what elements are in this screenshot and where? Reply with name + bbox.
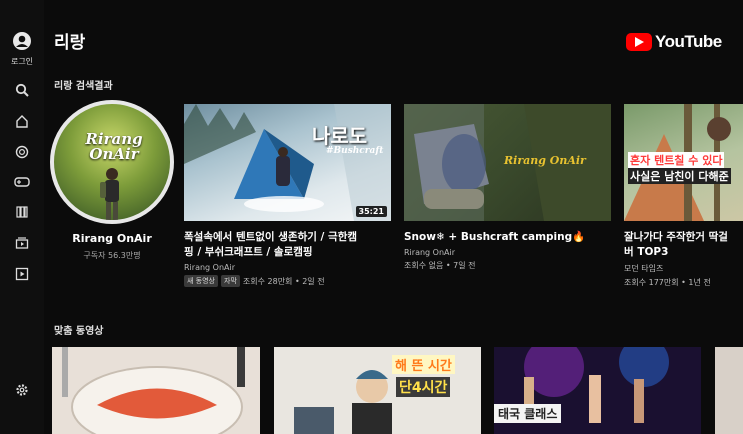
- thumbnail-caption-1: 해 뜬 시간: [392, 355, 455, 374]
- video-meta: 조회수 없음 • 7일 전: [404, 261, 476, 270]
- subtitles-badge: 자막: [221, 275, 240, 287]
- settings-icon[interactable]: [11, 379, 33, 401]
- thumbnail-hashtag-text: #Bushcraft: [326, 146, 384, 156]
- video-title-line2: 버 TOP3: [624, 246, 669, 258]
- library-icon[interactable]: [11, 201, 33, 223]
- account-icon[interactable]: [11, 30, 33, 52]
- subscriptions-icon[interactable]: [11, 232, 33, 254]
- sidebar: 로그인: [0, 0, 44, 434]
- video-meta-row: 조회수 177만회 • 1년 전: [624, 277, 743, 288]
- channel-name: Rirang OnAir: [72, 232, 152, 245]
- video-card[interactable]: Rirang OnAir Snow❄ + Bushcraft camping🔥 …: [404, 104, 611, 271]
- youtube-play-icon: [626, 33, 652, 51]
- video-title: Snow❄ + Bushcraft camping🔥: [404, 231, 586, 243]
- channel-avatar-person: [100, 168, 119, 220]
- recommended-thumbnail[interactable]: 해 뜬 시간 단4시간: [274, 347, 481, 434]
- channel-subscriber-count: 구독자 56.3만명: [83, 251, 141, 260]
- video-meta-row: 조회수 없음 • 7일 전: [404, 260, 611, 271]
- channel-avatar-text: Rirang OnAir: [85, 130, 143, 163]
- search-icon[interactable]: [11, 79, 33, 101]
- thumbnail-caption-2: 사실은 남친이 다해준: [628, 168, 731, 184]
- youtube-wordmark: YouTube: [655, 32, 722, 51]
- thumbnail-caption-1: 태국 클래스: [494, 404, 562, 423]
- recommended-thumbnail[interactable]: [52, 347, 260, 434]
- video-title: 잘나가다 주작한거 딱걸: [624, 231, 728, 243]
- video-card[interactable]: 나로도 #Bushcraft 35:21 폭설속에서 텐트없이 생존하기 / 극…: [184, 104, 391, 287]
- video-channel: Rirang OnAir: [184, 263, 236, 272]
- video-channel: 모던 타임즈: [624, 264, 664, 273]
- thumbnail-channel-text: Rirang OnAir: [504, 154, 586, 167]
- video-title-line2: 핑 / 부쉬크래프트 / 솔로캠핑: [184, 246, 313, 258]
- playlist-icon[interactable]: [11, 263, 33, 285]
- search-results-label: 리랑 검색결과: [54, 81, 113, 92]
- video-thumbnail: 나로도 #Bushcraft 35:21: [184, 104, 391, 221]
- video-card[interactable]: 혼자 텐트칠 수 있다 사실은 남친이 다해준 잘나가다 주작한거 딱걸 버 T…: [624, 104, 743, 288]
- video-thumbnail: Rirang OnAir: [404, 104, 611, 221]
- shorts-icon[interactable]: [11, 141, 33, 163]
- video-meta-row: 새 동영상 자막 조회수 28만회 • 2일 전: [184, 275, 391, 287]
- thumbnail-caption-1: 혼자 텐트칠 수 있다: [628, 152, 725, 168]
- youtube-logo: YouTube: [626, 32, 722, 52]
- thumbnail-caption-2: 단4시간: [396, 377, 451, 397]
- thumbnail-scene: [62, 347, 245, 434]
- video-title: 폭설속에서 텐트없이 생존하기 / 극한캠: [184, 231, 358, 243]
- video-meta: 조회수 177만회 • 1년 전: [624, 278, 711, 287]
- thumbnail-title-text: 나로도: [312, 124, 368, 148]
- video-duration: 35:21: [355, 206, 387, 217]
- video-meta: 조회수 28만회 • 2일 전: [242, 276, 325, 286]
- channel-card[interactable]: Rirang OnAir Rirang OnAir 구독자 56.3만명: [48, 100, 176, 265]
- recommended-thumbnail[interactable]: [715, 347, 743, 434]
- video-channel: Rirang OnAir: [404, 248, 456, 257]
- new-video-badge: 새 동영상: [184, 275, 218, 287]
- home-icon[interactable]: [11, 110, 33, 132]
- recommended-label: 맞춤 동영상: [54, 326, 104, 337]
- login-label[interactable]: 로그인: [2, 56, 42, 67]
- channel-avatar: Rirang OnAir: [50, 100, 174, 224]
- recommended-thumbnail[interactable]: 태국 클래스: [494, 347, 701, 434]
- video-thumbnail: 혼자 텐트칠 수 있다 사실은 남친이 다해준: [624, 104, 743, 221]
- page-title: 리랑: [54, 33, 86, 53]
- gaming-icon[interactable]: [11, 171, 33, 193]
